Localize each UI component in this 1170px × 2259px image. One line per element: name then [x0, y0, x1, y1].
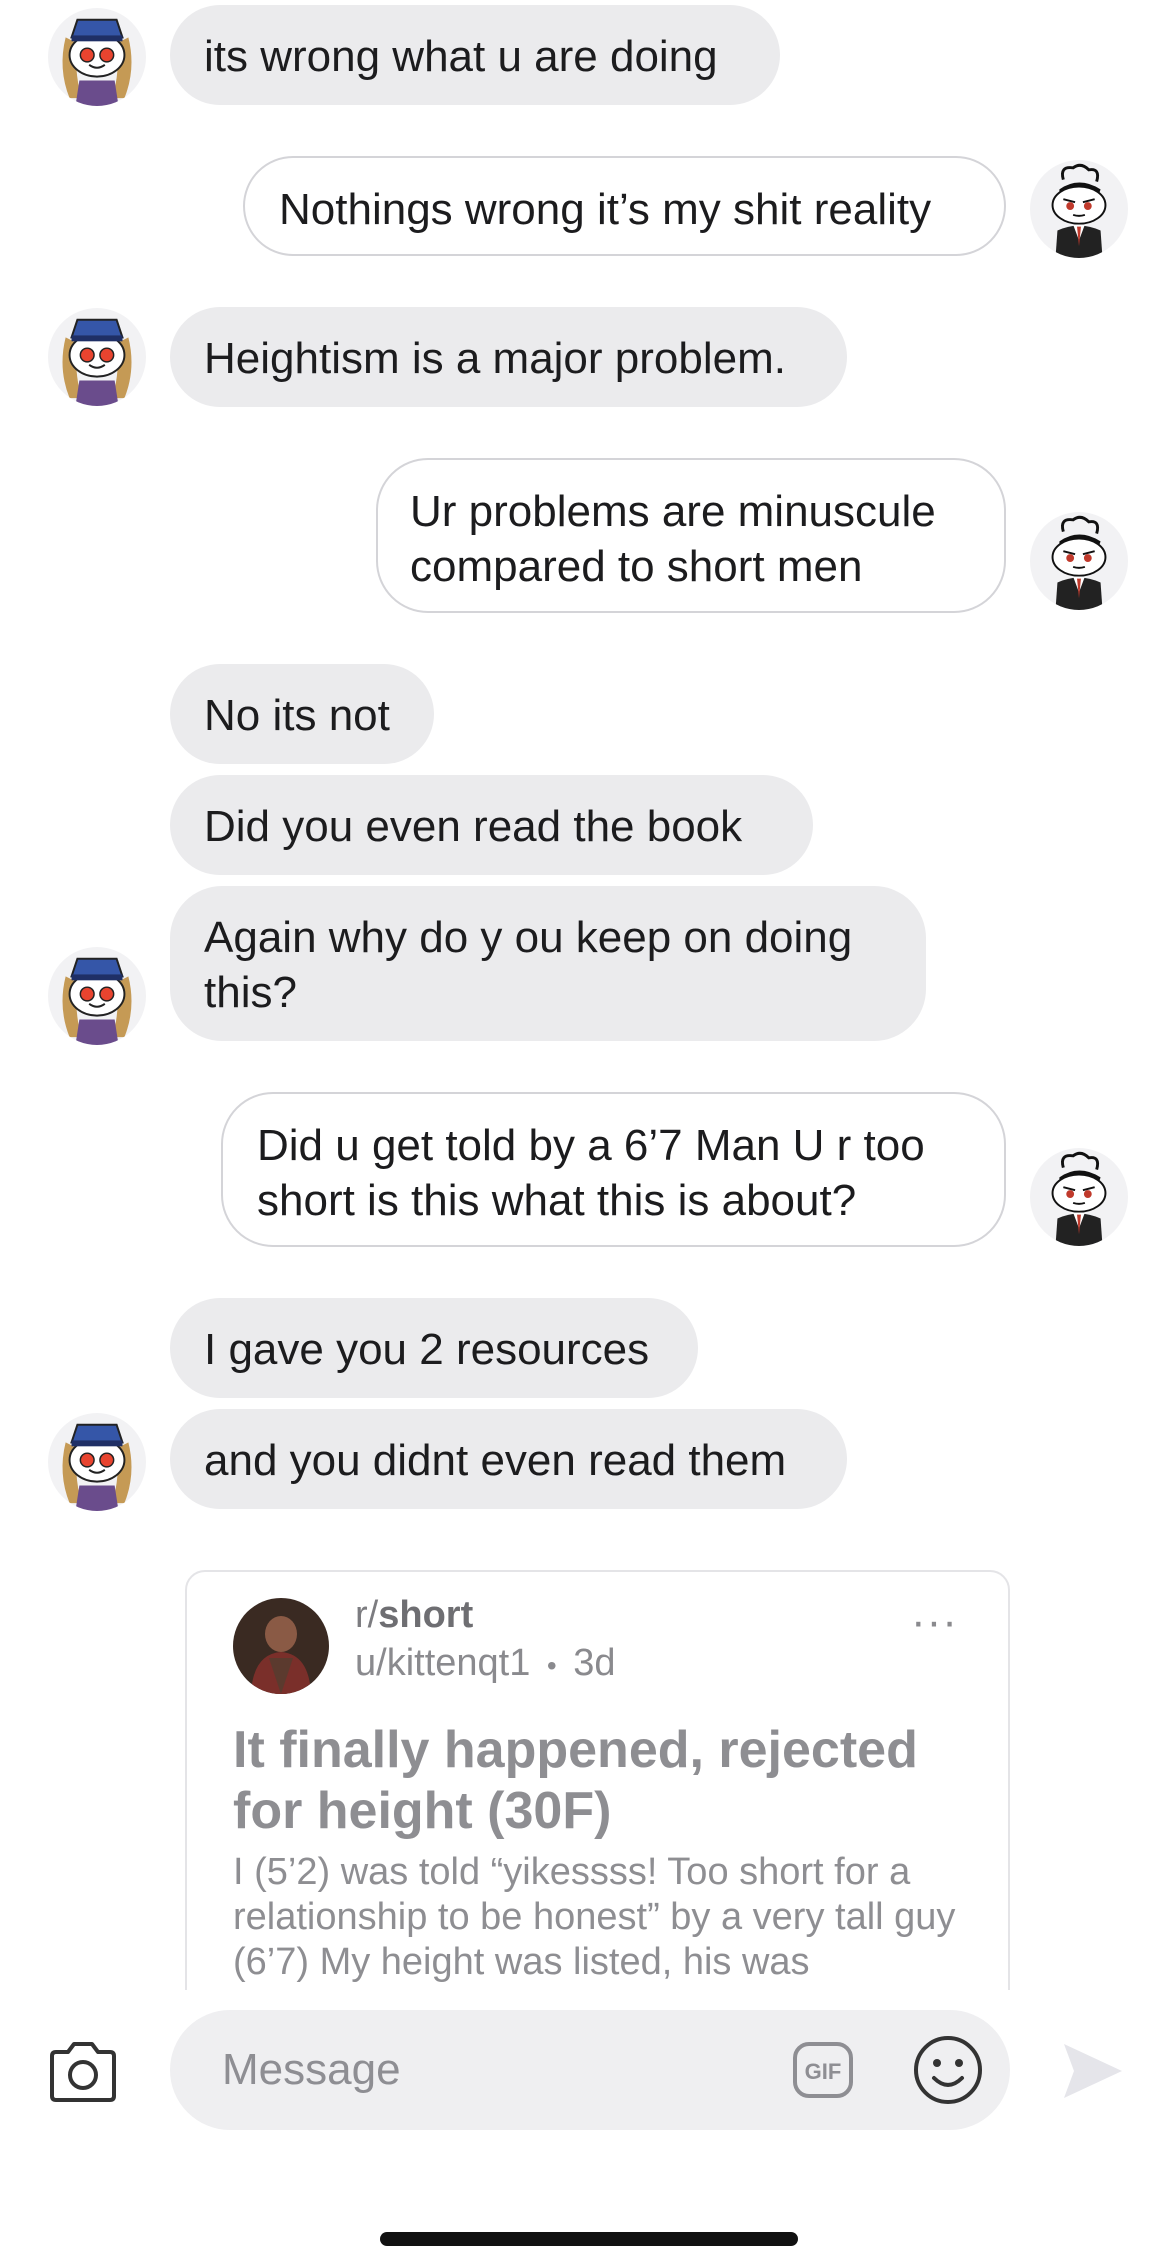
gif-label: GIF: [805, 2059, 842, 2084]
snoo-avatar-icon: [62, 318, 132, 406]
chat-thread[interactable]: its wrong what u are doing Nothings wron…: [0, 0, 1170, 1990]
meta-separator: •: [546, 1650, 557, 1681]
outgoing-message[interactable]: Nothings wrong it’s my shit reality: [243, 156, 1006, 256]
subreddit-name[interactable]: r/short: [355, 1594, 473, 1637]
outgoing-message[interactable]: Ur problems are minuscule compared to sh…: [376, 458, 1006, 613]
contact-avatar[interactable]: [48, 947, 146, 1045]
outgoing-message[interactable]: Did u get told by a 6’7 Man U r too shor…: [221, 1092, 1006, 1247]
post-meta: u/kittenqt1 • 3d: [355, 1642, 616, 1685]
snoo-avatar-icon: [1051, 515, 1107, 610]
home-indicator: [380, 2232, 798, 2246]
contact-avatar[interactable]: [48, 1413, 146, 1511]
incoming-message[interactable]: and you didnt even read them: [170, 1409, 847, 1509]
incoming-message[interactable]: Did you even read the book: [170, 775, 813, 875]
incoming-message[interactable]: its wrong what u are doing: [170, 5, 780, 105]
user-avatar[interactable]: [1030, 160, 1128, 258]
post-author-avatar: [233, 1598, 329, 1694]
shared-post-card[interactable]: r/short u/kittenqt1 • 3d ··· It finally …: [185, 1570, 1010, 1990]
more-options-icon[interactable]: ···: [911, 1600, 958, 1644]
snoo-avatar-icon: [62, 957, 132, 1045]
post-body: I (5’2) was told “yikessss! Too short fo…: [233, 1851, 956, 1983]
profile-photo-icon: [233, 1598, 329, 1694]
message-placeholder: Message: [222, 2045, 401, 2094]
snoo-avatar-icon: [1051, 163, 1107, 258]
camera-icon[interactable]: [46, 2040, 120, 2104]
snoo-avatar-icon: [1051, 1151, 1107, 1246]
post-title: It finally happened, rejected for height…: [233, 1721, 918, 1840]
user-avatar[interactable]: [1030, 512, 1128, 610]
send-icon[interactable]: [1062, 2042, 1124, 2100]
incoming-message[interactable]: I gave you 2 resources: [170, 1298, 698, 1398]
contact-avatar[interactable]: [48, 308, 146, 406]
subreddit-prefix: r/: [355, 1594, 379, 1636]
contact-avatar[interactable]: [48, 8, 146, 106]
user-avatar[interactable]: [1030, 1148, 1128, 1246]
subreddit-label: short: [378, 1594, 474, 1636]
message-input[interactable]: Message GIF: [170, 2010, 1010, 2130]
incoming-message[interactable]: Again why do y ou keep on doing this?: [170, 886, 926, 1041]
gif-icon[interactable]: GIF: [792, 2040, 854, 2100]
post-author[interactable]: u/kittenqt1: [355, 1642, 530, 1684]
incoming-message[interactable]: No its not: [170, 664, 434, 764]
post-age: 3d: [573, 1642, 616, 1684]
snoo-avatar-icon: [62, 18, 132, 106]
emoji-icon[interactable]: [912, 2034, 984, 2106]
snoo-avatar-icon: [62, 1423, 132, 1511]
incoming-message[interactable]: Heightism is a major problem.: [170, 307, 847, 407]
